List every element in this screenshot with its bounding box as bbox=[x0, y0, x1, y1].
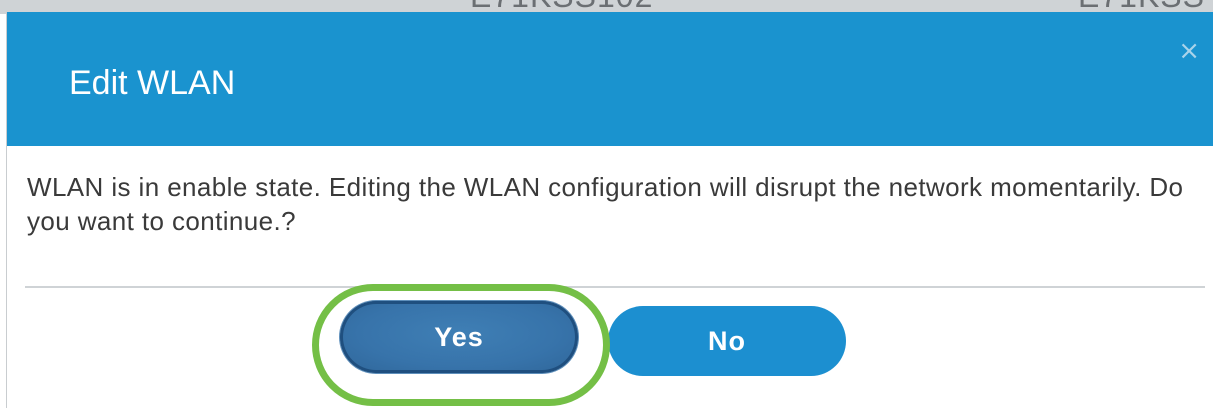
no-button[interactable]: No bbox=[608, 306, 846, 376]
dialog-message: WLAN is in enable state. Editing the WLA… bbox=[27, 172, 1184, 236]
dialog-header: Edit WLAN × bbox=[7, 12, 1213, 146]
highlight-ring bbox=[312, 284, 610, 406]
dialog-title: Edit WLAN bbox=[69, 64, 236, 102]
divider bbox=[25, 286, 1205, 288]
close-icon[interactable]: × bbox=[1178, 38, 1200, 64]
